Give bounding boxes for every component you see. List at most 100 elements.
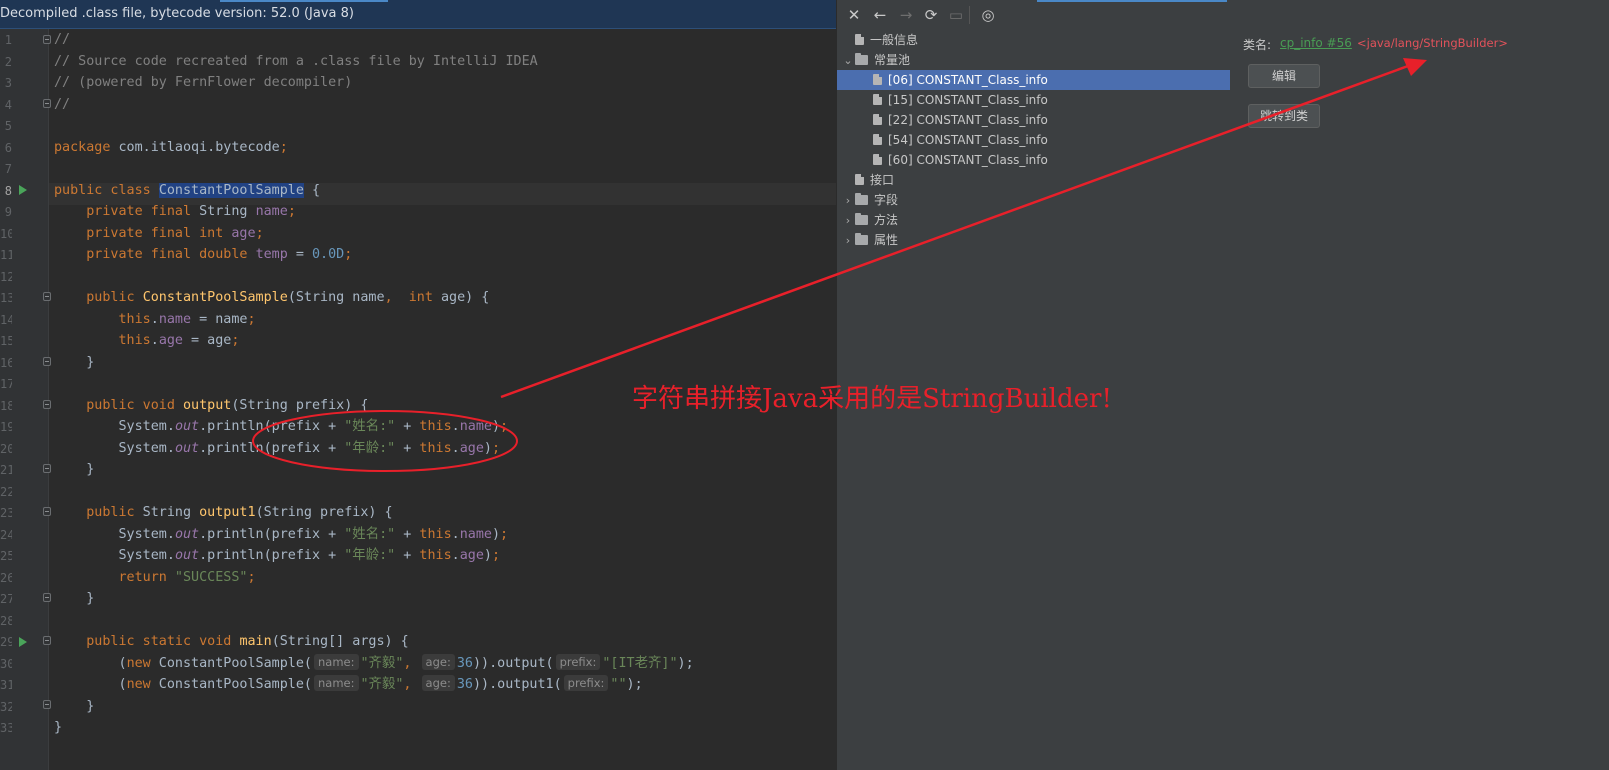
tree-item-label: 一般信息 (870, 33, 919, 47)
tree-item-cp-22[interactable]: [22] CONSTANT_Class_info (859, 110, 1048, 130)
line-number: 18 (0, 398, 12, 413)
method-name: main (239, 634, 272, 649)
tree-item-constant-pool[interactable]: ⌄ 常量池 (841, 50, 910, 70)
run-class-icon[interactable] (19, 185, 27, 195)
semicolon: ; (500, 419, 509, 434)
file-icon (873, 94, 882, 105)
line-number: 25 (0, 549, 12, 563)
type: String (191, 204, 256, 219)
fold-marker-icon[interactable] (43, 636, 51, 645)
fold-marker-icon[interactable] (43, 357, 51, 366)
field-temp: temp (255, 247, 288, 262)
paren: ); (626, 677, 643, 692)
edit-button[interactable]: 编辑 (1248, 64, 1320, 88)
param-hint: prefix: (563, 675, 609, 691)
chevron-right-icon[interactable]: › (841, 191, 855, 211)
back-arrow-icon[interactable]: ← (869, 4, 891, 26)
line-number: 26 (0, 570, 12, 585)
run-main-icon[interactable] (19, 637, 27, 647)
number-literal: 36 (456, 655, 473, 671)
tree-item-cp-60[interactable]: [60] CONSTANT_Class_info (859, 150, 1048, 170)
string-literal: "SUCCESS" (166, 569, 248, 585)
fold-marker-icon[interactable] (43, 35, 51, 44)
code-line: System.out.println(prefix + "姓名:" + this… (54, 524, 509, 546)
param-hint: prefix: (555, 653, 601, 670)
chevron-right-icon[interactable]: › (841, 211, 855, 231)
class-name[interactable]: ConstantPoolSample (158, 182, 304, 198)
toolbar-separator (969, 6, 970, 24)
chevron-down-icon[interactable]: ⌄ (841, 51, 855, 71)
folder-icon (855, 193, 868, 205)
chevron-right-icon[interactable]: › (841, 231, 855, 251)
out-field: out (174, 526, 200, 542)
line-number: 17 (0, 377, 12, 391)
semicolon: ; (491, 440, 501, 456)
field-age: age (231, 225, 256, 241)
out-field: out (174, 548, 200, 563)
tree-item-cp-15[interactable]: [15] CONSTANT_Class_info (859, 90, 1048, 110)
fold-marker-icon[interactable] (43, 464, 51, 473)
semicolon: ; (344, 247, 353, 262)
close-icon[interactable]: ✕ (843, 4, 865, 26)
code-line: return "SUCCESS"; (54, 567, 256, 589)
folder-icon (855, 233, 868, 245)
fold-marker-icon[interactable] (43, 99, 51, 108)
number-literal: 36 (456, 677, 473, 692)
line-number: 1 (4, 33, 12, 47)
tree-item-label: [60] CONSTANT_Class_info (888, 153, 1048, 167)
line-number: 7 (4, 162, 12, 176)
line-number: 20 (0, 441, 12, 456)
tree-item-label: [06] CONSTANT_Class_info (888, 73, 1048, 87)
brace: } (86, 698, 95, 714)
save-icon[interactable]: ▭ (945, 4, 967, 26)
code-line: // (54, 29, 70, 51)
paren: ) (491, 419, 501, 434)
fold-marker-icon[interactable] (43, 700, 51, 709)
semicolon: ; (491, 548, 501, 563)
semicolon: ; (255, 225, 264, 241)
tree-item-attributes[interactable]: › 属性 (841, 230, 898, 250)
code-line: (new ConstantPoolSample(name: "齐毅", age: 3… (54, 674, 643, 696)
decompiled-banner: Decompiled .class file, bytecode version… (0, 0, 836, 29)
keyword: public (86, 505, 135, 520)
paren: ); (677, 655, 694, 671)
line-number: 5 (4, 119, 12, 133)
method-name: output (183, 397, 232, 413)
cp-info-link[interactable]: cp_info #56 (1280, 36, 1352, 50)
string-literal: "年龄:" (344, 548, 396, 563)
code-line: System.out.println(prefix + "姓名:" + this… (54, 416, 509, 438)
screenshot-root: Decompiled .class file, bytecode version… (0, 0, 1609, 770)
tree-item-cp-06[interactable]: [06] CONSTANT_Class_info (837, 70, 1230, 90)
class-name-value: <java/lang/StringBuilder> (1357, 36, 1508, 50)
comma: , (403, 655, 420, 671)
field-name: name (158, 311, 192, 327)
line-number: 30 (0, 656, 12, 671)
paren: ) (483, 548, 492, 563)
line-number: 4 (4, 97, 12, 112)
jump-to-class-button[interactable]: 跳转到类 (1248, 104, 1320, 128)
forward-arrow-icon[interactable]: → (895, 4, 917, 26)
fold-marker-icon[interactable] (43, 400, 51, 409)
line-number: 27 (0, 592, 12, 606)
println-call: .println(prefix + (199, 419, 345, 434)
code-line: public String output1(String prefix) { (54, 502, 392, 524)
code-line: (new ConstantPoolSample(name: "齐毅", age: 3… (54, 653, 694, 675)
fold-marker-icon[interactable] (43, 292, 51, 301)
tree-item-methods[interactable]: › 方法 (841, 210, 898, 230)
code-line: package com.itlaoqi.bytecode; (54, 137, 288, 159)
globe-icon[interactable]: ◎ (977, 4, 999, 26)
tree-item-interfaces[interactable]: 接口 (841, 170, 894, 190)
line-number: 19 (0, 420, 12, 434)
tree-item-cp-54[interactable]: [54] CONSTANT_Class_info (859, 130, 1048, 150)
tree-item-fields[interactable]: › 字段 (841, 190, 898, 210)
fold-marker-icon[interactable] (43, 507, 51, 516)
keyword: this (419, 548, 452, 563)
tree-item-general-info[interactable]: 一般信息 (841, 30, 918, 50)
refresh-icon[interactable]: ⟳ (920, 4, 942, 26)
code-line: System.out.println(prefix + "年龄:" + this… (54, 438, 501, 460)
code-line: public static void main(String[] args) { (54, 631, 409, 653)
out-field: out (174, 440, 200, 456)
package-name: com.itlaoqi.bytecode (110, 139, 280, 155)
fold-marker-icon[interactable] (43, 593, 51, 602)
keyword: static void (134, 634, 240, 649)
